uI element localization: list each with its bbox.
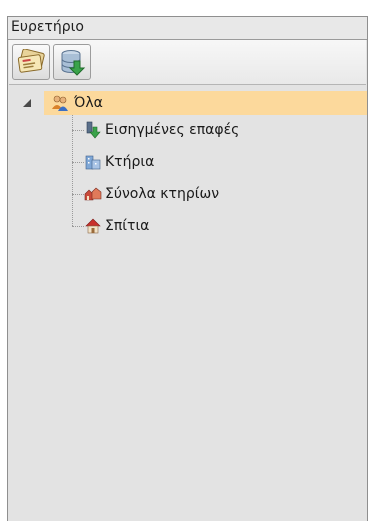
database-import-button[interactable] [53,44,91,80]
tree-connector [72,162,84,163]
tree-node-all[interactable]: Όλα [8,91,367,115]
tree-node-label: Σύνολα κτηρίων [105,186,220,202]
tree-connector [72,194,84,195]
index-panel: Ευρετήριο Όλα Εισηγμένες επαφές Κτήρια Σ… [7,16,368,521]
tree-node-label: Σπίτια [105,218,150,234]
toolbar [9,40,366,85]
expand-triangle-icon[interactable] [21,97,33,109]
tree-node-label: Κτήρια [105,154,155,170]
tree-connector [72,130,84,131]
database-import-icon [61,50,86,76]
tree-node-label: Εισηγμένες επαφές [105,122,240,138]
tree-connector [72,226,84,227]
buildings-icon [85,155,101,170]
building-sets-icon [84,187,102,201]
house-icon [85,218,101,234]
imported-contacts-icon [86,121,101,139]
address-cards-button[interactable] [12,44,50,80]
panel-title: Ευρετήριο [8,17,367,40]
tree-connector [72,115,73,226]
address-cards-icon [17,49,45,73]
people-icon [52,95,68,111]
tree-node-label: Όλα [74,95,103,111]
